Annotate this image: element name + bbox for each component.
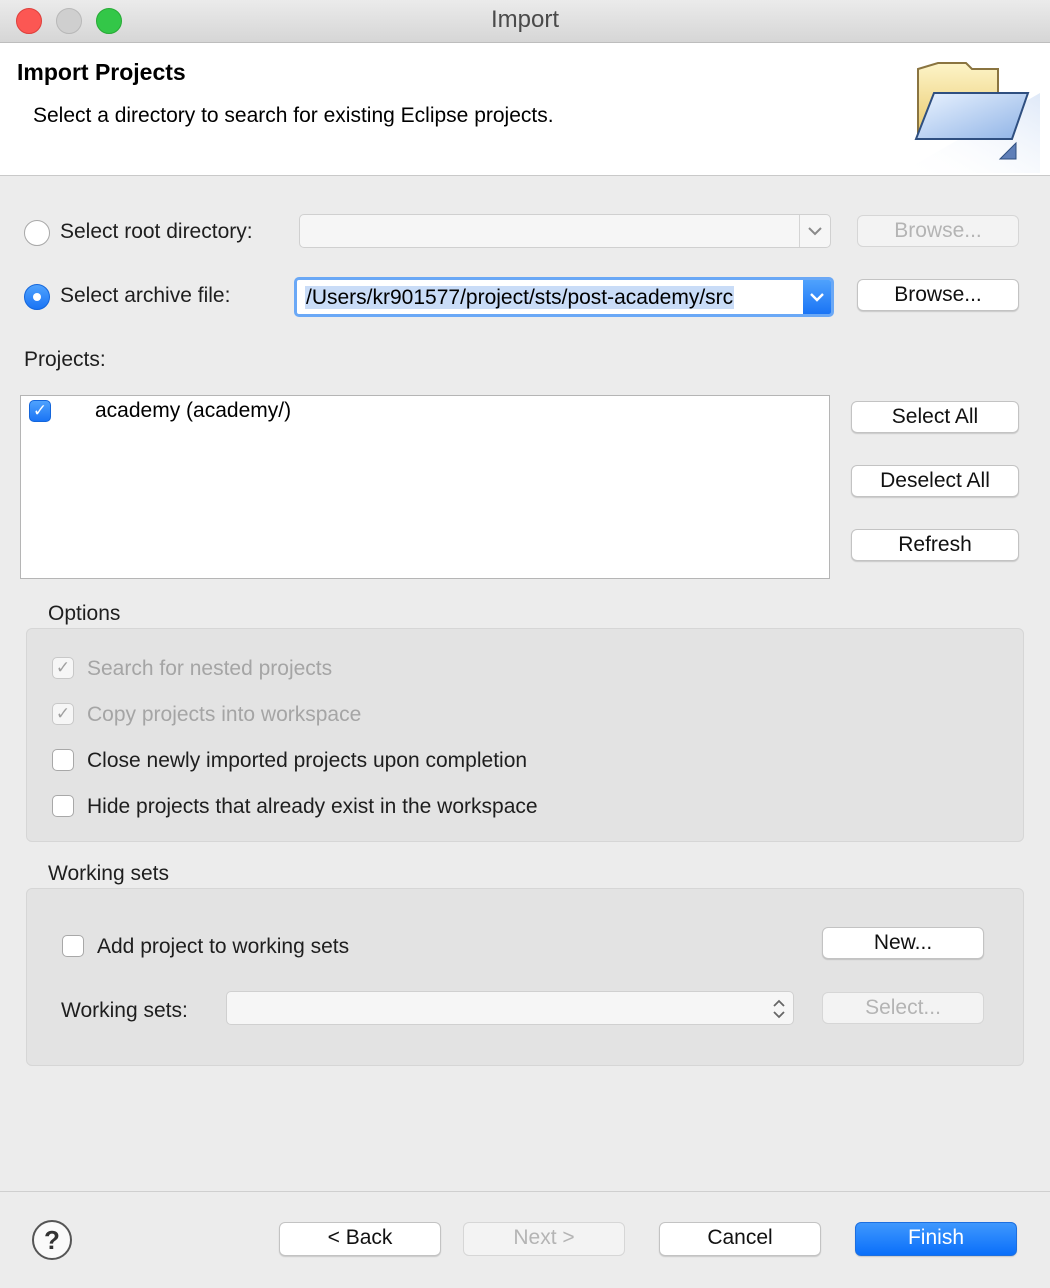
working-sets-group: Add project to working sets New... Worki… — [26, 888, 1024, 1066]
nested-projects-checkbox[interactable]: ✓ — [52, 657, 74, 679]
cancel-button[interactable]: Cancel — [659, 1222, 821, 1256]
back-button[interactable]: < Back — [279, 1222, 441, 1256]
wizard-header: Import Projects Select a directory to se… — [0, 43, 1050, 176]
nested-projects-label: Search for nested projects — [87, 657, 333, 680]
page-description: Select a directory to search for existin… — [33, 104, 554, 127]
projects-label: Projects: — [24, 348, 106, 371]
finish-button[interactable]: Finish — [855, 1222, 1017, 1256]
folder-icon — [900, 62, 1040, 173]
archive-browse-button[interactable]: Browse... — [857, 279, 1019, 311]
close-imported-label: Close newly imported projects upon compl… — [87, 749, 528, 772]
select-all-button[interactable]: Select All — [851, 401, 1019, 433]
working-sets-label: Working sets: — [61, 999, 188, 1022]
options-group: ✓ Search for nested projects ✓ Copy proj… — [26, 628, 1024, 842]
project-checkbox[interactable]: ✓ — [29, 400, 51, 422]
window-title: Import — [490, 6, 559, 33]
hide-existing-checkbox[interactable] — [52, 795, 74, 817]
next-button[interactable]: Next > — [463, 1222, 625, 1256]
close-imported-checkbox[interactable] — [52, 749, 74, 771]
refresh-button[interactable]: Refresh — [851, 529, 1019, 561]
options-title: Options — [48, 602, 121, 625]
root-directory-radio[interactable] — [24, 220, 50, 246]
title-bar: Import — [0, 0, 1050, 43]
select-working-sets-button[interactable]: Select... — [822, 992, 984, 1024]
add-to-working-sets-checkbox[interactable] — [62, 935, 84, 957]
new-working-set-button[interactable]: New... — [822, 927, 984, 959]
projects-list[interactable]: ✓ academy (academy/) — [20, 395, 830, 579]
hide-existing-label: Hide projects that already exist in the … — [87, 795, 538, 818]
chevron-down-icon[interactable] — [803, 280, 831, 314]
list-item[interactable]: ✓ academy (academy/) — [21, 396, 829, 426]
deselect-all-button[interactable]: Deselect All — [851, 465, 1019, 497]
copy-projects-label: Copy projects into workspace — [87, 703, 362, 726]
working-sets-combo[interactable] — [226, 991, 794, 1025]
archive-file-label: Select archive file: — [60, 284, 231, 307]
archive-file-combo[interactable]: /Users/kr901577/project/sts/post-academy… — [294, 277, 834, 317]
archive-file-radio[interactable] — [24, 284, 50, 310]
root-directory-combo[interactable] — [299, 214, 831, 248]
updown-arrows-icon — [773, 999, 785, 1019]
add-to-working-sets-label: Add project to working sets — [97, 935, 350, 958]
chevron-down-icon[interactable] — [799, 215, 830, 247]
archive-file-input[interactable]: /Users/kr901577/project/sts/post-academy… — [305, 286, 735, 309]
project-label: academy (academy/) — [95, 399, 292, 422]
root-directory-label: Select root directory: — [60, 220, 253, 243]
page-title: Import Projects — [17, 59, 186, 85]
working-sets-title: Working sets — [48, 862, 169, 885]
help-icon[interactable]: ? — [32, 1220, 72, 1260]
root-browse-button[interactable]: Browse... — [857, 215, 1019, 247]
copy-projects-checkbox[interactable]: ✓ — [52, 703, 74, 725]
footer-divider — [0, 1191, 1050, 1192]
